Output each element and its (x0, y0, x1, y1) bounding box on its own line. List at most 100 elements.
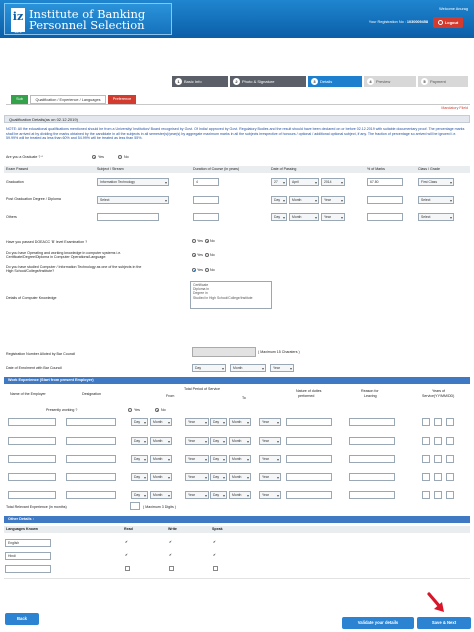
tab-sub[interactable]: Sub (11, 95, 28, 104)
to-month-select-5[interactable]: Month (229, 491, 251, 499)
service-mm-input-2[interactable] (434, 437, 442, 445)
graduate-no-radio[interactable] (118, 155, 122, 159)
from-year-select-4[interactable]: Year (185, 473, 209, 481)
designation-input-1[interactable] (66, 418, 116, 426)
service-dd-input-5[interactable] (446, 491, 454, 499)
from-month-select-2[interactable]: Month (150, 437, 172, 445)
write-check-1[interactable]: ✔ (169, 540, 172, 544)
grade-select-pg[interactable]: Select (418, 196, 454, 204)
day-select-graduation[interactable]: 27 (271, 178, 287, 186)
logout-button[interactable]: Logout (433, 17, 463, 28)
save-next-button[interactable]: Save & Next (417, 617, 471, 629)
bar-council-month-select[interactable]: Month (230, 364, 266, 372)
studied-computer-yes-radio[interactable] (192, 268, 196, 272)
studied-computer-no-radio[interactable] (205, 268, 209, 272)
step-photo-signature[interactable]: 2 Photo & Signature (230, 76, 306, 87)
service-dd-input-2[interactable] (446, 437, 454, 445)
back-button[interactable]: Back (5, 613, 39, 625)
subject-select-pg[interactable]: Select (97, 196, 169, 204)
marks-input-pg[interactable] (367, 196, 403, 204)
marks-input-graduation[interactable]: 67.80 (367, 178, 403, 186)
service-dd-input-4[interactable] (446, 473, 454, 481)
nature-input-5[interactable] (286, 491, 332, 499)
to-day-select-2[interactable]: Day (210, 437, 227, 445)
service-yy-input-1[interactable] (422, 418, 430, 426)
day-select-pg[interactable]: Day (271, 196, 287, 204)
validate-details-button[interactable]: Validate your details (342, 617, 414, 629)
presently-working-no-radio[interactable] (155, 408, 159, 412)
reason-input-3[interactable] (349, 455, 395, 463)
tab-qualification[interactable]: Qualification / Experience / Languages (30, 95, 106, 104)
nature-input-4[interactable] (286, 473, 332, 481)
step-basic-info[interactable]: 1 Basic Info (172, 76, 228, 87)
from-day-select-1[interactable]: Day (131, 418, 148, 426)
employer-input-3[interactable] (8, 455, 56, 463)
working-knowledge-no-radio[interactable] (205, 253, 209, 257)
year-select-others[interactable]: Year (321, 213, 345, 221)
service-yy-input-5[interactable] (422, 491, 430, 499)
employer-input-1[interactable] (8, 418, 56, 426)
from-day-select-3[interactable]: Day (131, 455, 148, 463)
doeacc-no-radio[interactable] (205, 239, 209, 243)
service-mm-input-4[interactable] (434, 473, 442, 481)
to-year-select-3[interactable]: Year (259, 455, 281, 463)
designation-input-3[interactable] (66, 455, 116, 463)
from-year-select-2[interactable]: Year (185, 437, 209, 445)
nature-input-1[interactable] (286, 418, 332, 426)
language-input-3[interactable] (5, 565, 51, 573)
service-yy-input-3[interactable] (422, 455, 430, 463)
employer-input-5[interactable] (8, 491, 56, 499)
from-year-select-5[interactable]: Year (185, 491, 209, 499)
service-yy-input-4[interactable] (422, 473, 430, 481)
duration-input-pg[interactable] (193, 196, 219, 204)
day-select-others[interactable]: Day (271, 213, 287, 221)
subject-select-graduation[interactable]: Information Technology (97, 178, 169, 186)
read-check-1[interactable]: ✔ (125, 540, 128, 544)
month-select-graduation[interactable]: April (289, 178, 319, 186)
graduate-yes-radio[interactable] (92, 155, 96, 159)
from-day-select-4[interactable]: Day (131, 473, 148, 481)
to-day-select-1[interactable]: Day (210, 418, 227, 426)
month-select-pg[interactable]: Month (289, 196, 319, 204)
from-day-select-5[interactable]: Day (131, 491, 148, 499)
language-input-2[interactable]: Hindi (5, 552, 51, 560)
to-year-select-5[interactable]: Year (259, 491, 281, 499)
subject-input-others[interactable] (97, 213, 159, 221)
to-month-select-2[interactable]: Month (229, 437, 251, 445)
service-dd-input-3[interactable] (446, 455, 454, 463)
read-check-2[interactable]: ✔ (125, 553, 128, 557)
speak-check-2[interactable]: ✔ (213, 553, 216, 557)
from-year-select-3[interactable]: Year (185, 455, 209, 463)
service-mm-input-3[interactable] (434, 455, 442, 463)
language-input-1[interactable]: English (5, 539, 51, 547)
service-mm-input-5[interactable] (434, 491, 442, 499)
duration-input-others[interactable] (193, 213, 219, 221)
computer-knowledge-listbox[interactable]: Certificate Diploma in Degree in Studied… (190, 281, 272, 309)
speak-check-1[interactable]: ✔ (213, 540, 216, 544)
presently-working-yes-radio[interactable] (128, 408, 132, 412)
from-day-select-2[interactable]: Day (131, 437, 148, 445)
to-month-select-4[interactable]: Month (229, 473, 251, 481)
to-day-select-4[interactable]: Day (210, 473, 227, 481)
employer-input-4[interactable] (8, 473, 56, 481)
grade-select-others[interactable]: Select (418, 213, 454, 221)
reason-input-4[interactable] (349, 473, 395, 481)
designation-input-4[interactable] (66, 473, 116, 481)
from-month-select-4[interactable]: Month (150, 473, 172, 481)
reason-input-1[interactable] (349, 418, 395, 426)
designation-input-2[interactable] (66, 437, 116, 445)
reason-input-2[interactable] (349, 437, 395, 445)
to-year-select-2[interactable]: Year (259, 437, 281, 445)
nature-input-2[interactable] (286, 437, 332, 445)
year-select-pg[interactable]: Year (321, 196, 345, 204)
total-experience-input[interactable] (130, 502, 140, 510)
to-day-select-3[interactable]: Day (210, 455, 227, 463)
working-knowledge-yes-radio[interactable] (192, 253, 196, 257)
month-select-others[interactable]: Month (289, 213, 319, 221)
to-day-select-5[interactable]: Day (210, 491, 227, 499)
from-month-select-1[interactable]: Month (150, 418, 172, 426)
bar-council-reg-input[interactable] (192, 347, 256, 357)
service-yy-input-2[interactable] (422, 437, 430, 445)
service-mm-input-1[interactable] (434, 418, 442, 426)
from-month-select-5[interactable]: Month (150, 491, 172, 499)
